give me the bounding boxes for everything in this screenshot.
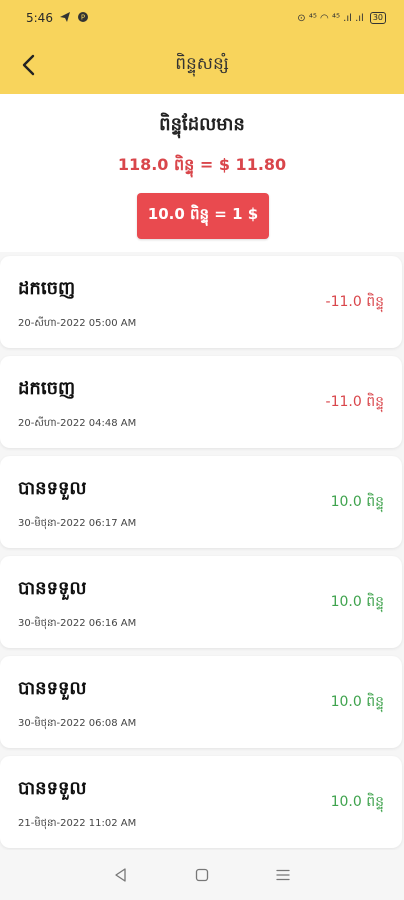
transaction-amount: 10.0 ពិន្ទុ [330, 594, 384, 610]
app-bar: ពិន្ទុសន្សំ [0, 36, 404, 94]
transaction-row[interactable]: បានទទួល 30-មិថុនា-2022 06:16 AM 10.0 ពិន… [0, 556, 402, 648]
nav-menu-button[interactable] [271, 863, 295, 887]
telegram-icon [59, 11, 71, 26]
battery-icon: 30 [369, 12, 386, 24]
status-right: ⊙ ⁴⁵ ◠ ⁴⁵ .ıl .ıl 30 [297, 12, 386, 24]
transaction-amount: -11.0 ពិន្ទុ [325, 394, 384, 410]
transaction-title: បានទទួល [18, 778, 87, 799]
nav-home-icon [195, 868, 209, 882]
nav-menu-icon [276, 869, 290, 881]
system-nav-bar [0, 850, 404, 900]
transaction-amount: -11.0 ពិន្ទុ [325, 294, 384, 310]
transaction-row[interactable]: ដកចេញ 20-សីហា-2022 05:00 AM -11.0 ពិន្ទុ [0, 256, 402, 348]
status-bar: 5:46 P ⊙ ⁴⁵ ◠ ⁴⁵ .ıl .ıl 30 [0, 0, 404, 36]
transaction-date: 21-មិថុនា-2022 11:02 AM [18, 818, 137, 829]
status-indicators: ⊙ ⁴⁵ ◠ ⁴⁵ .ıl .ıl [297, 12, 364, 24]
transaction-title: បានទទួល [18, 578, 87, 599]
transaction-amount: 10.0 ពិន្ទុ [330, 694, 384, 710]
transaction-date: 20-សីហា-2022 04:48 AM [18, 418, 137, 429]
transaction-row[interactable]: ដកចេញ 20-សីហា-2022 04:48 AM -11.0 ពិន្ទុ [0, 356, 402, 448]
points-summary: ពិន្ទុដែលមាន 118.0 ពិន្ទុ = $ 11.80 10.0… [0, 94, 404, 252]
transaction-row[interactable]: បានទទួល 21-មិថុនា-2022 11:02 AM 10.0 ពិន… [0, 756, 402, 848]
transaction-date: 30-មិថុនា-2022 06:17 AM [18, 518, 137, 529]
transaction-row[interactable]: បានទទួល 30-មិថុនា-2022 06:08 AM 10.0 ពិន… [0, 656, 402, 748]
back-button[interactable] [14, 50, 44, 80]
transaction-amount: 10.0 ពិន្ទុ [330, 494, 384, 510]
transaction-title: បានទទួល [18, 678, 87, 699]
transaction-date: 30-មិថុនា-2022 06:16 AM [18, 618, 137, 629]
svg-text:P: P [81, 13, 85, 21]
transaction-row[interactable]: បានទទួល 30-មិថុនា-2022 06:17 AM 10.0 ពិន… [0, 456, 402, 548]
status-time: 5:46 [26, 11, 53, 25]
transaction-title: បានទទួល [18, 478, 87, 499]
nav-home-button[interactable] [190, 863, 214, 887]
status-left: 5:46 P [26, 11, 89, 26]
page-title: ពិន្ទុសន្សំ [175, 53, 229, 74]
points-balance: 118.0 ពិន្ទុ = $ 11.80 [117, 155, 287, 174]
nav-back-button[interactable] [109, 863, 133, 887]
exchange-rate-button[interactable]: 10.0 ពិន្ទុ = 1 $ [137, 193, 269, 239]
transaction-amount: 10.0 ពិន្ទុ [330, 794, 384, 810]
nav-back-icon [115, 868, 126, 882]
transaction-title: ដកចេញ [18, 278, 76, 299]
transaction-title: ដកចេញ [18, 378, 76, 399]
transaction-date: 20-សីហា-2022 05:00 AM [18, 318, 137, 329]
arrow-left-icon [22, 54, 35, 76]
available-points-label: ពិន្ទុដែលមាន [159, 114, 245, 135]
app-icon: P [77, 11, 89, 26]
transaction-date: 30-មិថុនា-2022 06:08 AM [18, 718, 137, 729]
transaction-list: ដកចេញ 20-សីហា-2022 05:00 AM -11.0 ពិន្ទុ… [0, 256, 404, 856]
